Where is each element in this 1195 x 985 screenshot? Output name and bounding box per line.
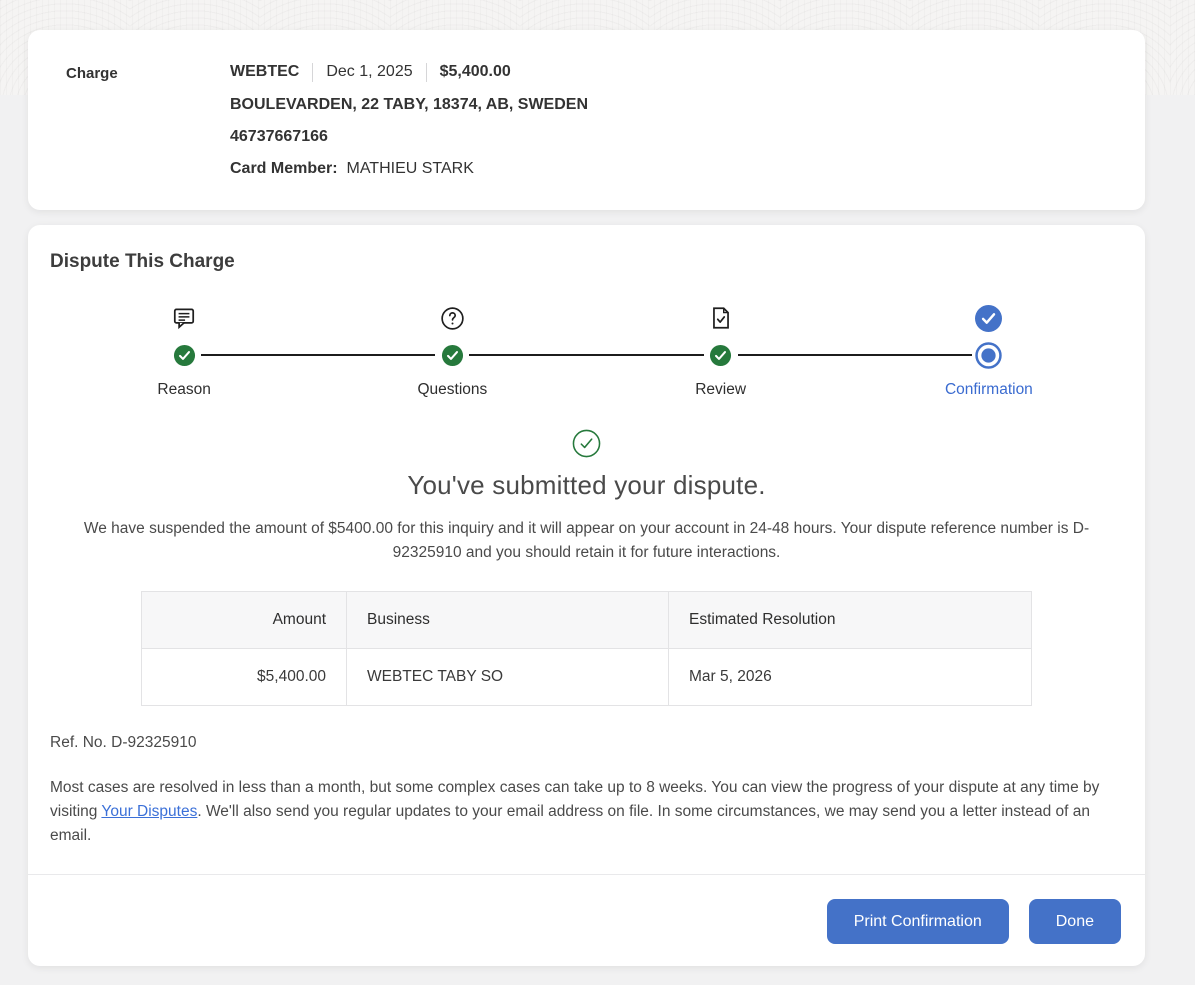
print-confirmation-button[interactable]: Print Confirmation	[827, 899, 1009, 944]
step-questions: Questions	[318, 301, 586, 399]
dispute-summary-table: Amount Business Estimated Resolution $5,…	[141, 591, 1032, 706]
step-label-review: Review	[695, 381, 746, 399]
dispute-card: Dispute This Charge Reason	[28, 225, 1145, 966]
resolution-info-text: Most cases are resolved in less than a m…	[50, 776, 1110, 848]
charge-amount: $5,400.00	[440, 63, 511, 81]
charge-details: WEBTEC Dec 1, 2025 $5,400.00 BOULEVARDEN…	[230, 60, 588, 180]
merchant-phone: 46737667166	[230, 128, 588, 148]
table-row: $5,400.00 WEBTEC TABY SO Mar 5, 2026	[142, 649, 1032, 706]
info-text-after-link: . We'll also send you regular updates to…	[50, 803, 1090, 844]
step-review: Review	[587, 301, 855, 399]
done-button[interactable]: Done	[1029, 899, 1121, 944]
step-reason: Reason	[50, 301, 318, 399]
cell-business: WEBTEC TABY SO	[347, 649, 669, 706]
charge-label: Charge	[66, 60, 230, 180]
separator	[312, 63, 313, 82]
step-confirmation: Confirmation	[855, 301, 1123, 399]
column-header-estimated-resolution: Estimated Resolution	[669, 592, 1032, 649]
card-member-label: Card Member:	[230, 160, 338, 177]
merchant-address: BOULEVARDEN, 22 TABY, 18374, AB, SWEDEN	[230, 96, 588, 116]
step-current-icon	[975, 342, 1002, 368]
step-label-reason: Reason	[157, 381, 210, 399]
table-header-row: Amount Business Estimated Resolution	[142, 592, 1032, 649]
confirmation-headline: You've submitted your dispute.	[50, 470, 1123, 501]
question-icon	[439, 301, 466, 335]
your-disputes-link[interactable]: Your Disputes	[101, 803, 197, 820]
confirmation-summary: We have suspended the amount of $5400.00…	[51, 517, 1123, 565]
separator	[426, 63, 427, 82]
merchant-name: WEBTEC	[230, 63, 299, 81]
column-header-amount: Amount	[142, 592, 347, 649]
column-header-business: Business	[347, 592, 669, 649]
document-check-icon	[708, 301, 734, 335]
card-member-name: MATHIEU STARK	[342, 160, 474, 177]
step-complete-icon	[441, 342, 464, 368]
progress-stepper: Reason Questions	[50, 301, 1123, 399]
step-label-confirmation: Confirmation	[945, 381, 1033, 399]
charge-date: Dec 1, 2025	[326, 63, 412, 81]
success-check-icon	[50, 429, 1123, 458]
reference-number: Ref. No. D-92325910	[50, 734, 1123, 752]
card-member-line: Card Member: MATHIEU STARK	[230, 160, 588, 180]
step-label-questions: Questions	[417, 381, 487, 399]
page-title: Dispute This Charge	[50, 251, 1123, 273]
action-bar: Print Confirmation Done	[28, 874, 1145, 970]
step-complete-icon	[709, 342, 732, 368]
cell-amount: $5,400.00	[142, 649, 347, 706]
charge-summary-card: Charge WEBTEC Dec 1, 2025 $5,400.00 BOUL…	[28, 30, 1145, 210]
step-complete-icon	[173, 342, 196, 368]
cell-estimated-resolution: Mar 5, 2026	[669, 649, 1032, 706]
comment-icon	[171, 301, 197, 335]
check-circle-icon	[975, 301, 1002, 335]
merchant-line: WEBTEC Dec 1, 2025 $5,400.00	[230, 60, 588, 84]
